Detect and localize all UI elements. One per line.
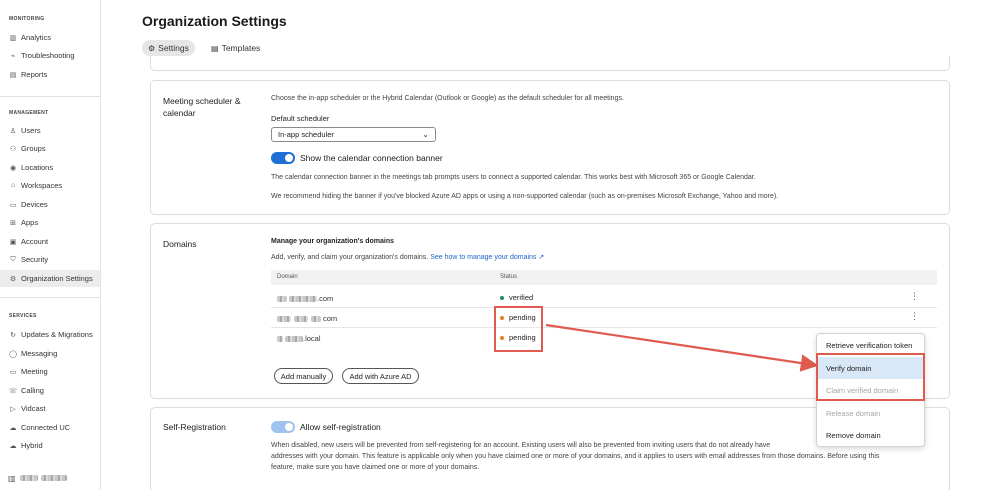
- menu-item-release-domain: Release domain: [826, 408, 881, 418]
- menu-highlight: [816, 353, 925, 401]
- menu-item-remove-domain[interactable]: Remove domain: [817, 424, 924, 446]
